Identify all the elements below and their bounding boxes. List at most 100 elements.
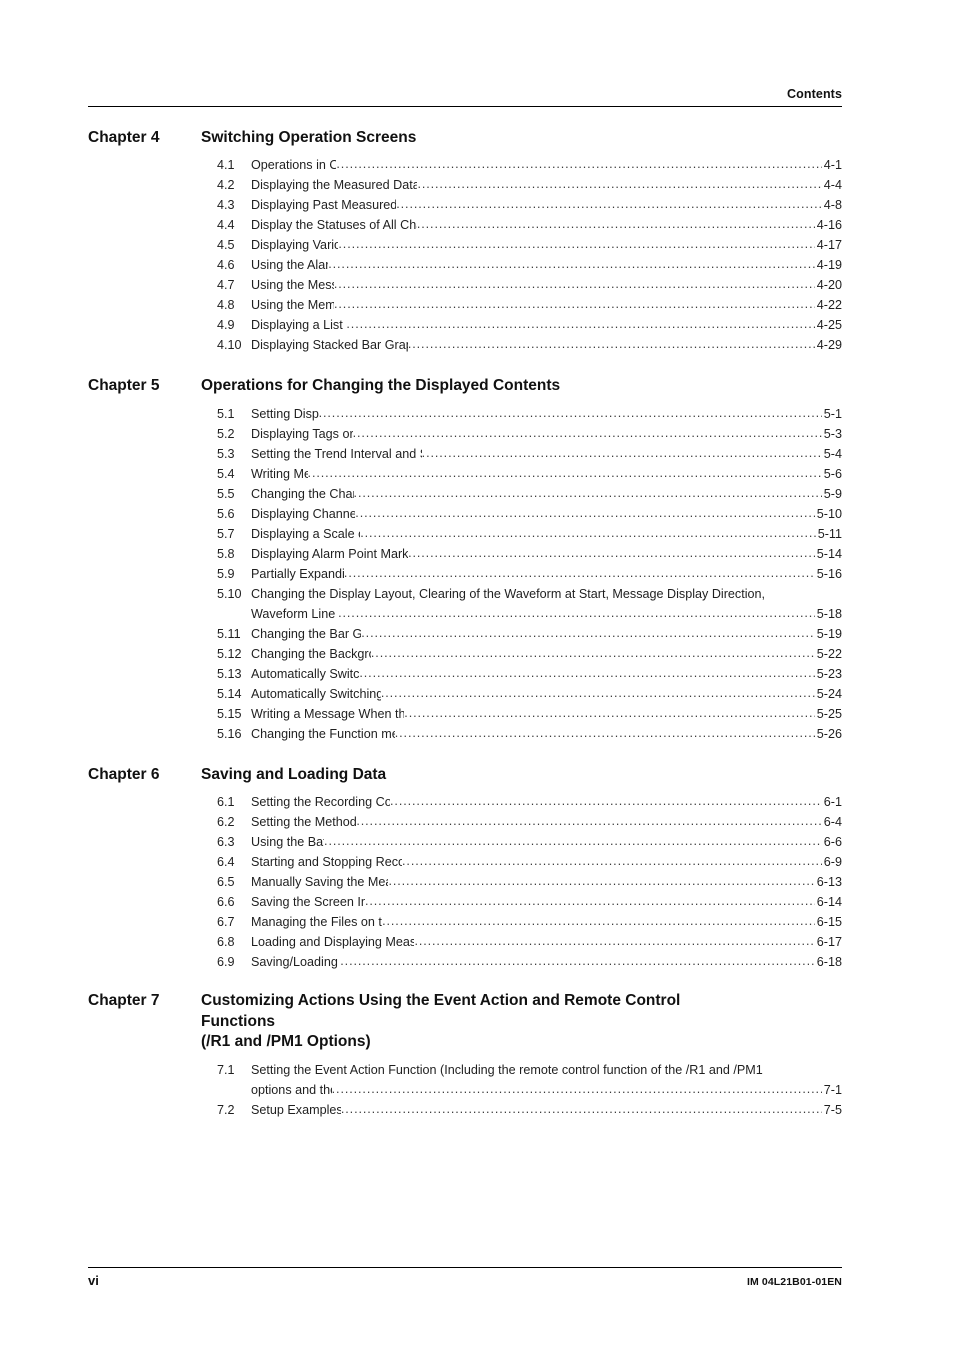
toc-entry[interactable]: 4.9 Displaying a List of Operation Logs 4-…	[217, 315, 842, 335]
page-number: 4-25	[816, 318, 842, 333]
section-number: 5.12	[217, 646, 242, 661]
leader-dots	[365, 891, 815, 911]
toc-entry[interactable]: 4.8 Using the Memory Summary 4-22	[217, 295, 842, 315]
section-number: 4.10	[217, 338, 242, 353]
section-entry-line: options and the USER key) 7-1	[251, 1080, 842, 1100]
leader-dots	[390, 791, 822, 811]
page-number: 6-15	[816, 915, 842, 930]
page-number: 5-1	[823, 406, 842, 421]
toc-entry[interactable]: 6.4 Starting and Stopping Recording and S…	[217, 852, 842, 872]
section-entry-line: Displaying the Measured Data as Waveform…	[251, 175, 842, 195]
section-title: Displaying Stacked Bar Graphs (/M1, /PM1…	[251, 338, 408, 353]
toc-entry[interactable]: 5.1 Setting Display Groups 5-1	[217, 404, 842, 424]
toc-entry[interactable]: 6.2 Setting the Method for Saving the Dat…	[217, 812, 842, 832]
section-title: Changing the Function menu and Display S…	[251, 726, 395, 741]
section-title: Setting the Event Action Function (Inclu…	[251, 1062, 763, 1077]
toc-entry[interactable]: 5.7 Displaying a Scale on the Trend Displ…	[217, 524, 842, 544]
section-number: 7.2	[217, 1102, 235, 1117]
section-list: 5.1 Setting Display Groups 5-1 5.2 Displayin…	[217, 404, 842, 744]
page-number: 5-19	[816, 626, 842, 641]
toc-entry[interactable]: 4.3 Displaying Past Measured Data (Histor…	[217, 195, 842, 215]
section-title: Setting the Method for Saving the Data	[251, 815, 357, 830]
chapter-heading[interactable]: Chapter 5 Operations for Changing the Dis…	[88, 376, 842, 396]
toc-entry[interactable]: 6.3 Using the Batch Function 6-6	[217, 832, 842, 852]
page-number: 4-20	[816, 278, 842, 293]
chapter-heading[interactable]: Chapter 6 Saving and Loading Data	[88, 765, 842, 785]
toc-entry[interactable]: 5.15 Writing a Message When the FX Recove…	[217, 704, 842, 724]
section-title: Automatically Switching Display Groups	[251, 666, 360, 681]
toc-entry[interactable]: 6.6 Saving the Screen Image Data (Snapsho…	[217, 892, 842, 912]
toc-entry[interactable]: 5.10 Changing the Display Layout, Clearin…	[217, 584, 842, 624]
page-number: 5-22	[816, 646, 842, 661]
section-number: 6.4	[217, 855, 235, 870]
section-entry-line: Setting Display Groups 5-1	[251, 404, 842, 424]
toc-entry[interactable]: 7.1 Setting the Event Action Function (In…	[217, 1060, 842, 1100]
chapter-label: Chapter 7	[88, 992, 160, 1010]
toc-entry[interactable]: 5.14 Automatically Switching Back to the …	[217, 684, 842, 704]
chapter-spacer	[88, 744, 842, 765]
toc-entry[interactable]: 5.12 Changing the Background Color of the…	[217, 644, 842, 664]
leader-dots	[388, 871, 814, 891]
leader-dots	[340, 951, 815, 971]
page-number: 5-11	[817, 526, 842, 541]
section-entry-line: Partially Expanding the Waveform 5-16	[251, 564, 842, 584]
page-number: 4-19	[816, 258, 842, 273]
toc-entry[interactable]: 5.6 Displaying Channels in Display Zones 5…	[217, 504, 842, 524]
section-number: 5.3	[217, 446, 235, 461]
section-number: 5.6	[217, 506, 235, 521]
toc-entry[interactable]: 5.8 Displaying Alarm Point Marks and Colo…	[217, 544, 842, 564]
page-footer: vi IM 04L21B01-01EN	[88, 1267, 842, 1288]
toc-entry[interactable]: 6.9 Saving/Loading the Setup Data 6-18	[217, 952, 842, 972]
toc-entry[interactable]: 4.6 Using the Alarm Summary 4-19	[217, 255, 842, 275]
toc-entry[interactable]: 6.7 Managing the Files on the External St…	[217, 912, 842, 932]
section-title: Displaying the Measured Data as Waveform…	[251, 178, 418, 193]
section-entry-body: Displaying a List of Operation Logs 4-25	[251, 315, 842, 335]
section-entry-body: Partially Expanding the Waveform 5-16	[251, 564, 842, 584]
toc-entry[interactable]: 5.11 Changing the Bar Graph Display Metho…	[217, 624, 842, 644]
leader-dots	[328, 254, 815, 274]
toc-entry[interactable]: 5.16 Changing the Function menu and Displ…	[217, 724, 842, 744]
toc-entry[interactable]: 4.4 Display the Statuses of All Channels …	[217, 215, 842, 235]
chapter-title: Customizing Actions Using the Event Acti…	[201, 991, 842, 1052]
section-title: Saving/Loading the Setup Data	[251, 955, 340, 970]
leader-dots	[414, 931, 814, 951]
toc-entry[interactable]: 4.1 Operations in Operation Mode 4-1	[217, 155, 842, 175]
toc-entry[interactable]: 6.5 Manually Saving the Measured Data (Ma…	[217, 872, 842, 892]
page-number: 4-8	[823, 198, 842, 213]
section-title: Display the Statuses of All Channels on …	[251, 218, 417, 233]
section-number: 5.7	[217, 526, 235, 541]
section-number: 5.9	[217, 566, 235, 581]
toc-entry[interactable]: 6.1 Setting the Recording Conditions of t…	[217, 792, 842, 812]
toc-entry[interactable]: 5.3 Setting the Trend Interval and Switch…	[217, 444, 842, 464]
chapter-title: Switching Operation Screens	[201, 128, 842, 148]
section-entry-body: Managing the Files on the External Stora…	[251, 912, 842, 932]
section-entry-line: Saving/Loading the Setup Data 6-18	[251, 952, 842, 972]
toc-entry[interactable]: 4.5 Displaying Various Information 4-17	[217, 235, 842, 255]
toc-entry[interactable]: 6.8 Loading and Displaying Measured Data …	[217, 932, 842, 952]
footer-document-id: IM 04L21B01-01EN	[747, 1276, 842, 1288]
toc-entry[interactable]: 5.13 Automatically Switching Display Grou…	[217, 664, 842, 684]
toc-entry[interactable]: 5.5 Changing the Channel Display Colors 5-…	[217, 484, 842, 504]
toc-entry[interactable]: 4.2 Displaying the Measured Data as Wavef…	[217, 175, 842, 195]
section-entry-body: Displaying Alarm Point Marks and Color S…	[251, 544, 842, 564]
chapter-heading[interactable]: Chapter 7 Customizing Actions Using the E…	[88, 991, 842, 1052]
toc-entry[interactable]: 4.7 Using the Message Summary 4-20	[217, 275, 842, 295]
page-number: 5-24	[816, 686, 842, 701]
section-title: Using the Alarm Summary	[251, 258, 329, 273]
toc-entry[interactable]: 5.9 Partially Expanding the Waveform 5-16	[217, 564, 842, 584]
page-number: 5-18	[816, 606, 842, 621]
leader-dots	[408, 543, 815, 563]
section-title: Starting and Stopping Recording and Savi…	[251, 855, 403, 870]
section-entry-body: Displaying the Measured Data as Waveform…	[251, 175, 842, 195]
toc-entry[interactable]: 7.2 Setup Examples of Event Action 7-5	[217, 1100, 842, 1120]
section-entry-body: Setup Examples of Event Action 7-5	[251, 1100, 842, 1120]
chapter-heading[interactable]: Chapter 4 Switching Operation Screens	[88, 128, 842, 148]
leader-dots	[395, 723, 815, 743]
toc-entry[interactable]: 5.4 Writing Messages 5-6	[217, 464, 842, 484]
toc-entry[interactable]: 4.10 Displaying Stacked Bar Graphs (/M1, …	[217, 335, 842, 355]
section-number: 7.1	[217, 1062, 235, 1077]
toc-entry[interactable]: 5.2 Displaying Tags or Channel Numbers 5-3	[217, 424, 842, 444]
chapter-label: Chapter 6	[88, 765, 160, 783]
chapter-title: Saving and Loading Data	[201, 765, 842, 785]
section-number: 6.6	[217, 895, 235, 910]
